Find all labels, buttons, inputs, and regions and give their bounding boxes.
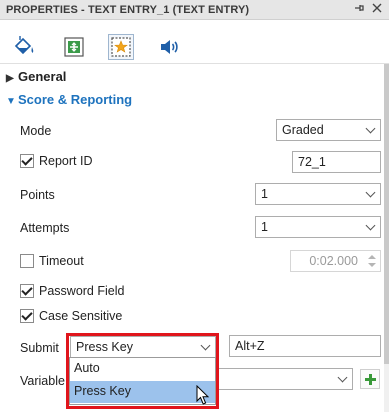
expanded-arrow-icon: ▼ (6, 96, 16, 107)
speaker-audio-icon[interactable] (156, 34, 182, 60)
fill-bucket-icon[interactable] (11, 34, 37, 60)
chevron-down-icon (365, 187, 376, 198)
position-size-icon[interactable] (61, 34, 87, 60)
add-variable-button[interactable] (360, 369, 380, 389)
report-id-input[interactable]: 72_1 (292, 151, 381, 173)
attempts-value: 1 (261, 220, 268, 234)
section-score-reporting[interactable]: ▼ Score & Reporting (6, 92, 132, 107)
timeout-checkbox[interactable] (20, 254, 34, 268)
points-label: Points (20, 188, 55, 202)
variable-label: Variable (20, 374, 65, 388)
scrollbar-thumb[interactable] (384, 64, 389, 364)
timeout-value: 0:02.000 (309, 254, 358, 268)
report-id-checkbox[interactable] (20, 154, 34, 168)
close-icon[interactable] (370, 2, 384, 16)
section-general-label: General (18, 69, 67, 84)
attempts-select[interactable]: 1 (255, 216, 381, 238)
section-general[interactable]: ▶ General (6, 69, 66, 84)
points-select[interactable]: 1 (255, 183, 381, 205)
star-interaction-icon[interactable] (108, 34, 134, 60)
password-field-label: Password Field (39, 284, 125, 298)
property-tabs (0, 20, 389, 64)
mode-value: Graded (282, 123, 324, 137)
spin-down-icon (368, 263, 376, 267)
section-score-label: Score & Reporting (18, 92, 133, 107)
shortcut-key-input[interactable]: Alt+Z (229, 335, 381, 357)
chevron-down-icon (337, 372, 348, 383)
timeout-label: Timeout (39, 254, 84, 268)
mode-label: Mode (20, 124, 52, 138)
chevron-down-icon (365, 220, 376, 231)
submit-label: Submit (20, 341, 59, 355)
case-sensitive-checkbox[interactable] (20, 309, 34, 323)
timeout-input: 0:02.000 (290, 250, 381, 272)
spin-up-icon (368, 255, 376, 259)
case-sensitive-label: Case Sensitive (39, 309, 123, 323)
points-value: 1 (261, 187, 268, 201)
scrollbar[interactable] (384, 64, 389, 412)
report-id-value: 72_1 (298, 155, 326, 169)
pin-icon[interactable] (352, 2, 366, 16)
attempts-label: Attempts (20, 221, 70, 235)
report-id-label: Report ID (39, 154, 93, 168)
mouse-cursor-icon (196, 385, 210, 405)
mode-select[interactable]: Graded (276, 119, 381, 141)
collapsed-arrow-icon: ▶ (6, 73, 14, 84)
panel-title: PROPERTIES - TEXT ENTRY_1 (TEXT ENTRY) (6, 4, 250, 16)
password-field-checkbox[interactable] (20, 284, 34, 298)
panel-titlebar: PROPERTIES - TEXT ENTRY_1 (TEXT ENTRY) (0, 0, 389, 20)
chevron-down-icon (365, 123, 376, 134)
shortcut-key-value: Alt+Z (235, 339, 265, 353)
